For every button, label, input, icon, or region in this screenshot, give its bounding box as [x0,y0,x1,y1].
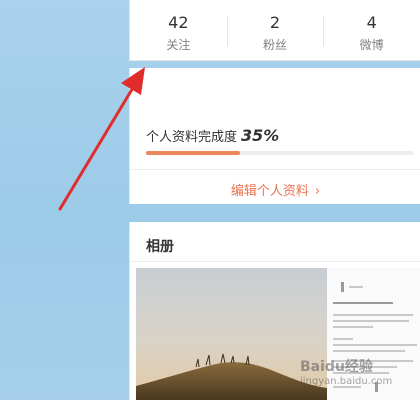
doc-line [333,302,393,304]
divider [130,169,420,170]
weibo-label: 微博 [359,37,384,52]
stat-followers[interactable]: 2 粉丝 [226,0,324,60]
followers-label: 粉丝 [263,37,288,52]
completion-progress-bar [146,151,414,155]
completion-label: 个人资料完成度 [146,130,238,145]
album-title: 相册 [146,239,174,255]
divider [130,261,420,262]
doc-line [333,326,373,328]
edit-profile-link[interactable]: 编辑个人资料 › [130,180,420,199]
following-count: 42 [168,12,189,32]
stats-bar: 42 关注 2 粉丝 4 微博 [129,0,420,61]
dune-landscape-image [136,268,327,400]
album-photo-dunes[interactable] [136,268,327,400]
phone-icon [341,282,344,292]
following-label: 关注 [166,37,191,52]
stat-following[interactable]: 42 关注 [130,0,227,60]
doc-line [349,286,363,288]
completion-progress-fill [146,151,240,155]
doc-line [333,338,353,340]
watermark-url: jingyan.baidu.com [300,376,393,387]
profile-completion-card: 个人资料完成度 35% 编辑个人资料 › [129,68,420,204]
weibo-count: 4 [366,12,377,32]
doc-line [333,320,409,322]
followers-count: 2 [269,12,281,32]
album-card: 相册 [129,222,420,400]
doc-line [333,344,417,346]
edit-profile-label: 编辑个人资料 [230,184,309,199]
completion-row: 个人资料完成度 35% [146,126,279,145]
stat-weibo[interactable]: 4 微博 [323,0,420,60]
watermark-logo: Baidu经验 [300,359,373,375]
completion-percent: 35% [241,126,280,145]
chevron-right-icon: › [314,184,321,199]
doc-line [333,314,413,316]
doc-line [333,350,405,352]
